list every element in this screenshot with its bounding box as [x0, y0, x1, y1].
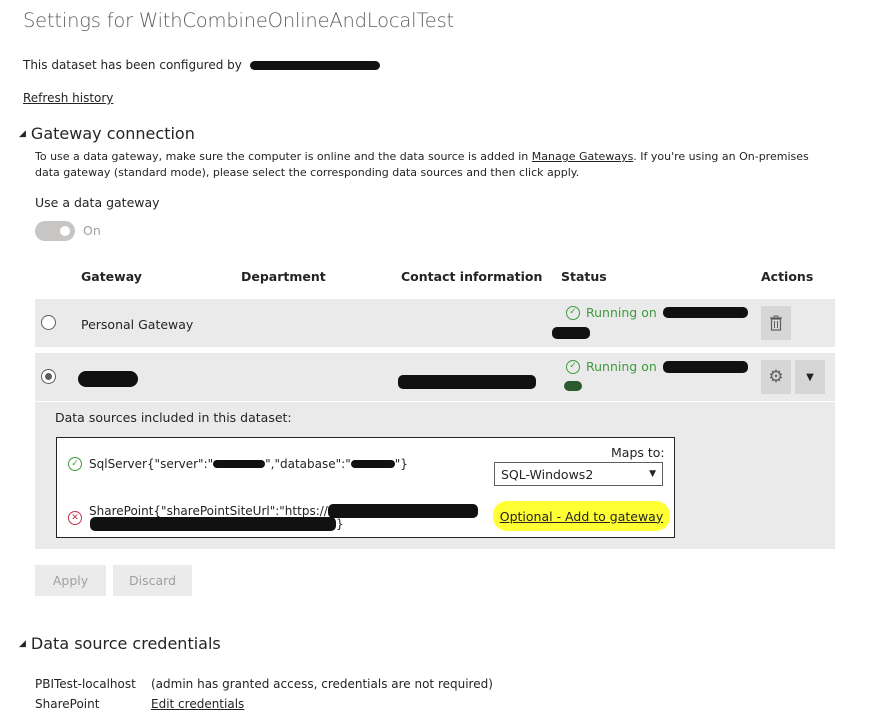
error-circle-icon: ✕ [68, 511, 82, 525]
check-circle-icon: ✓ [566, 359, 580, 374]
status-text: Running on [586, 305, 657, 320]
credentials-section-title: Data source credentials [30, 634, 221, 653]
redacted-gateway-name [78, 371, 138, 387]
credentials-section-header[interactable]: ◢ Data source credentials [19, 634, 221, 653]
col-header-status: Status [561, 269, 607, 284]
dropdown-arrow-icon: ▼ [649, 469, 656, 479]
apply-button[interactable]: Apply [35, 565, 106, 596]
col-header-department: Department [241, 269, 326, 284]
credential-name: PBITest-localhost [35, 677, 136, 691]
use-gateway-label: Use a data gateway [35, 195, 160, 210]
gateway-status: ✓ Running on [566, 359, 748, 374]
page-title: Settings for WithCombineOnlineAndLocalTe… [23, 9, 454, 32]
gear-icon: ⚙ [768, 367, 784, 387]
toggle-state-label: On [83, 223, 101, 238]
sql-source-mid: ","database":" [265, 457, 351, 471]
sql-source-end: "} [394, 457, 408, 471]
credential-status: (admin has granted access, credentials a… [151, 677, 493, 691]
col-header-gateway: Gateway [81, 269, 142, 284]
delete-gateway-button[interactable] [761, 306, 791, 340]
configured-by-text: This dataset has been configured by [23, 58, 380, 72]
gateway-settings-button[interactable]: ⚙ [761, 360, 791, 394]
manage-gateways-link[interactable]: Manage Gateways [532, 150, 634, 163]
gateway-name: Personal Gateway [81, 317, 194, 332]
redacted-url [327, 504, 478, 518]
use-gateway-toggle[interactable] [35, 221, 75, 241]
gateway-desc-part1: To use a data gateway, make sure the com… [35, 150, 532, 163]
gateway-radio-personal[interactable] [41, 315, 56, 330]
sql-mapping-select[interactable]: SQL-Windows2 ▼ [494, 462, 663, 486]
sharepoint-source-text: SharePoint{"sharePointSiteUrl":"https:// [89, 504, 328, 518]
col-header-actions: Actions [761, 269, 814, 284]
redacted-host-line2 [564, 381, 582, 391]
redacted-host [662, 360, 748, 373]
sql-data-source: ✓ SqlServer{"server":" ","database":" "} [68, 457, 408, 471]
credential-name: SharePoint [35, 697, 100, 711]
collapse-triangle-icon[interactable]: ◢ [19, 129, 26, 139]
check-circle-icon: ✓ [566, 305, 580, 320]
redacted-host-line2 [552, 327, 590, 339]
col-header-contact: Contact information [401, 269, 543, 284]
redacted-host [662, 307, 748, 318]
gateway-section-header[interactable]: ◢ Gateway connection [19, 124, 195, 143]
expand-gateway-button[interactable]: ▼ [795, 360, 825, 394]
redacted-database [350, 460, 395, 468]
redacted-contact [398, 375, 536, 389]
sharepoint-source-end: } [336, 517, 344, 531]
redacted-server [213, 460, 266, 468]
sharepoint-data-source-line2: } [90, 517, 344, 531]
gateway-radio-selected[interactable] [41, 369, 56, 384]
gateway-status: ✓ Running on [566, 305, 748, 320]
caret-down-icon: ▼ [806, 371, 814, 383]
add-to-gateway-highlight: Optional - Add to gateway [493, 501, 670, 531]
add-to-gateway-link[interactable]: Optional - Add to gateway [500, 509, 663, 524]
refresh-history-link[interactable]: Refresh history [23, 91, 113, 105]
check-circle-icon: ✓ [68, 457, 82, 471]
discard-button[interactable]: Discard [113, 565, 192, 596]
status-text: Running on [586, 359, 657, 374]
gateway-section-title: Gateway connection [30, 124, 195, 143]
edit-credentials-link[interactable]: Edit credentials [151, 697, 244, 711]
toggle-knob [60, 226, 70, 236]
maps-to-label: Maps to: [611, 445, 665, 460]
gateway-description: To use a data gateway, make sure the com… [35, 149, 835, 181]
data-sources-title: Data sources included in this dataset: [55, 410, 292, 425]
redacted-url-line2 [90, 517, 336, 531]
collapse-triangle-icon[interactable]: ◢ [19, 639, 26, 649]
sql-source-text: SqlServer{"server":" [89, 457, 214, 471]
sql-mapping-value: SQL-Windows2 [501, 466, 594, 482]
redacted-owner [249, 61, 380, 70]
trash-icon [770, 315, 782, 331]
configured-by-label: This dataset has been configured by [23, 58, 242, 72]
